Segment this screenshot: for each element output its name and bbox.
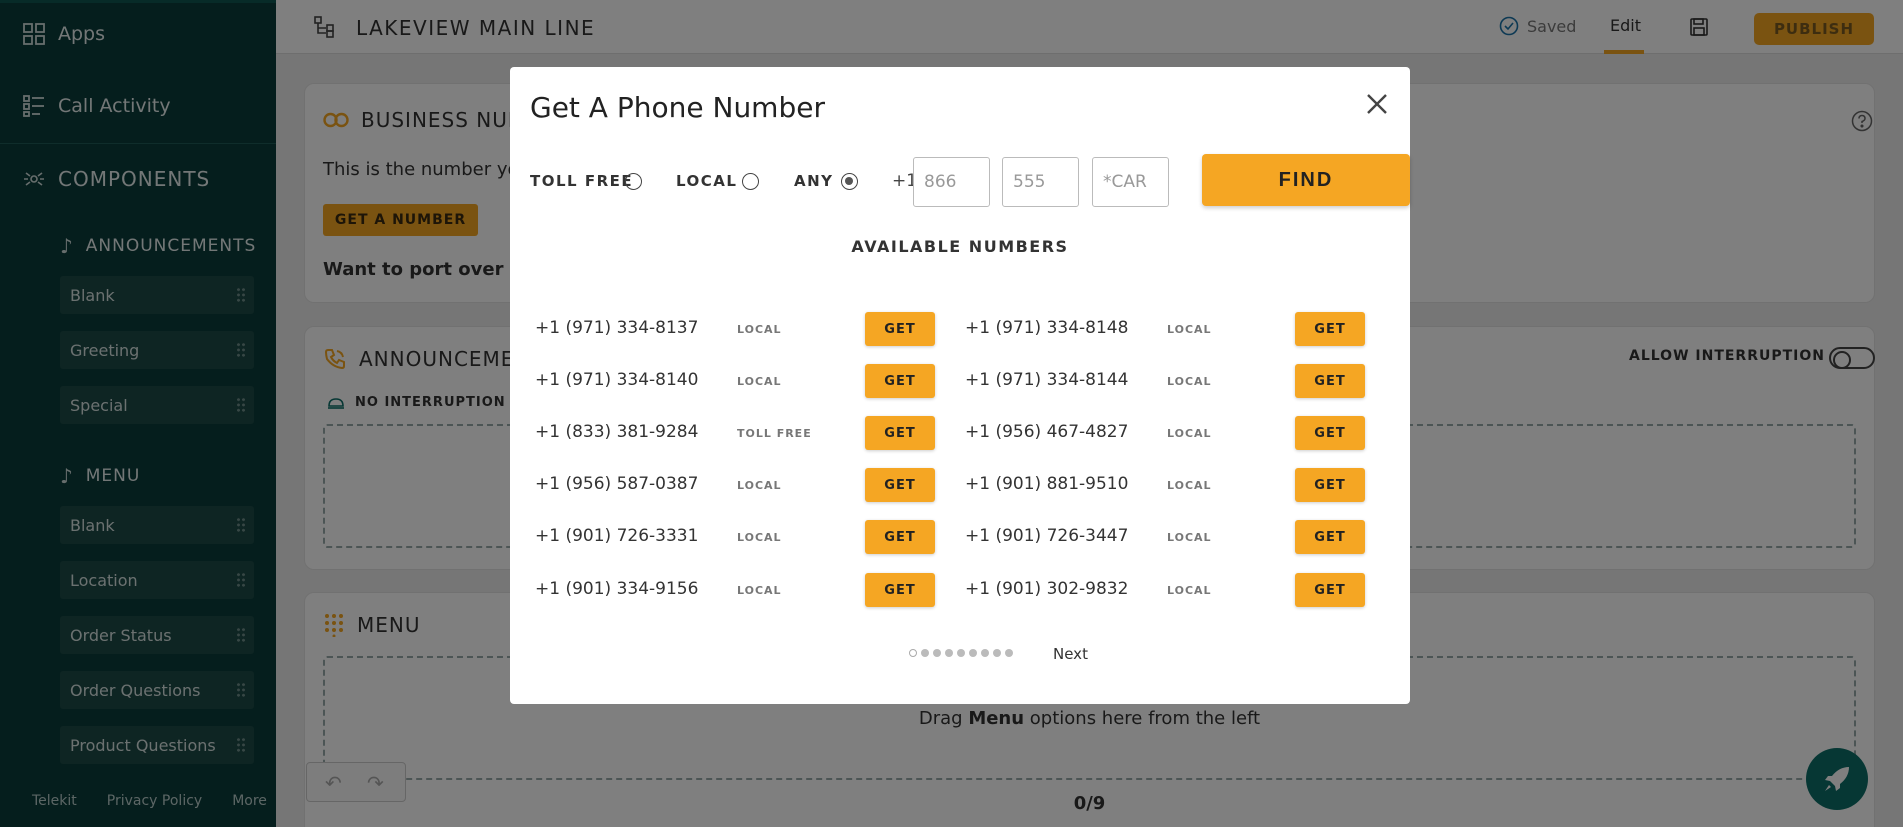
find-button[interactable]: FIND xyxy=(1202,154,1410,206)
number-type: LOCAL xyxy=(1167,479,1212,492)
get-number-button[interactable]: GET xyxy=(865,312,935,346)
number-type: LOCAL xyxy=(737,531,782,544)
get-number-button[interactable]: GET xyxy=(1295,573,1365,607)
page-dot[interactable] xyxy=(945,649,953,657)
phone-number: +1 (971) 334-8140 xyxy=(535,370,699,390)
get-number-button[interactable]: GET xyxy=(865,416,935,450)
available-numbers-title: AVAILABLE NUMBERS xyxy=(851,237,1069,256)
list-item: +1 (971) 334-8148 LOCAL GET xyxy=(965,312,1785,346)
number-type: LOCAL xyxy=(1167,531,1212,544)
phone-number: +1 (971) 334-8137 xyxy=(535,318,699,338)
phone-number: +1 (901) 726-3331 xyxy=(535,526,699,546)
any-label: ANY xyxy=(794,172,834,190)
page-dot[interactable] xyxy=(1005,649,1013,657)
phone-number: +1 (901) 334-9156 xyxy=(535,579,699,599)
page-dot[interactable] xyxy=(921,649,929,657)
list-item: +1 (956) 467-4827 LOCAL GET xyxy=(965,416,1785,450)
get-number-button[interactable]: GET xyxy=(1295,416,1365,450)
next-page-link[interactable]: Next xyxy=(1053,645,1088,663)
get-number-button[interactable]: GET xyxy=(1295,312,1365,346)
number-type: LOCAL xyxy=(737,323,782,336)
get-number-button[interactable]: GET xyxy=(1295,468,1365,502)
get-number-button[interactable]: GET xyxy=(865,573,935,607)
phone-number: +1 (956) 587-0387 xyxy=(535,474,699,494)
page-dot[interactable] xyxy=(993,649,1001,657)
number-filter-row: TOLL FREE LOCAL ANY +1 FIND xyxy=(530,154,1410,207)
number-type: TOLL FREE xyxy=(737,427,812,440)
any-radio[interactable] xyxy=(841,173,858,190)
number-type: LOCAL xyxy=(1167,427,1212,440)
list-item: +1 (901) 881-9510 LOCAL GET xyxy=(965,468,1785,502)
page-dot[interactable] xyxy=(981,649,989,657)
close-icon[interactable] xyxy=(1362,89,1392,119)
toll-free-label: TOLL FREE xyxy=(530,172,634,190)
page-dot[interactable] xyxy=(933,649,941,657)
list-item: +1 (901) 302-9832 LOCAL GET xyxy=(965,573,1785,607)
toll-free-radio[interactable] xyxy=(625,173,642,190)
phone-number: +1 (971) 334-8144 xyxy=(965,370,1129,390)
local-radio[interactable] xyxy=(742,173,759,190)
get-number-button[interactable]: GET xyxy=(865,468,935,502)
page-dot[interactable] xyxy=(957,649,965,657)
phone-number: +1 (901) 726-3447 xyxy=(965,526,1129,546)
prefix-input[interactable] xyxy=(1002,157,1079,207)
get-number-button[interactable]: GET xyxy=(865,364,935,398)
number-type: LOCAL xyxy=(737,584,782,597)
phone-number: +1 (956) 467-4827 xyxy=(965,422,1129,442)
phone-number: +1 (901) 881-9510 xyxy=(965,474,1129,494)
vanity-input[interactable] xyxy=(1092,157,1169,207)
page-dot[interactable] xyxy=(909,649,917,657)
get-number-button[interactable]: GET xyxy=(1295,364,1365,398)
get-number-button[interactable]: GET xyxy=(1295,520,1365,554)
get-number-button[interactable]: GET xyxy=(865,520,935,554)
pagination-dots xyxy=(909,649,1015,657)
list-item: +1 (901) 726-3447 LOCAL GET xyxy=(965,520,1785,554)
number-type: LOCAL xyxy=(1167,323,1212,336)
phone-number: +1 (833) 381-9284 xyxy=(535,422,699,442)
list-item: +1 (971) 334-8144 LOCAL GET xyxy=(965,364,1785,398)
modal-title: Get A Phone Number xyxy=(530,91,825,124)
local-label: LOCAL xyxy=(676,172,738,190)
page-dot[interactable] xyxy=(969,649,977,657)
number-type: LOCAL xyxy=(1167,375,1212,388)
number-type: LOCAL xyxy=(737,375,782,388)
number-type: LOCAL xyxy=(737,479,782,492)
phone-number: +1 (971) 334-8148 xyxy=(965,318,1129,338)
phone-number: +1 (901) 302-9832 xyxy=(965,579,1129,599)
number-type: LOCAL xyxy=(1167,584,1212,597)
area-code-input[interactable] xyxy=(913,157,990,207)
get-phone-number-modal: Get A Phone Number TOLL FREE LOCAL ANY +… xyxy=(510,67,1410,704)
